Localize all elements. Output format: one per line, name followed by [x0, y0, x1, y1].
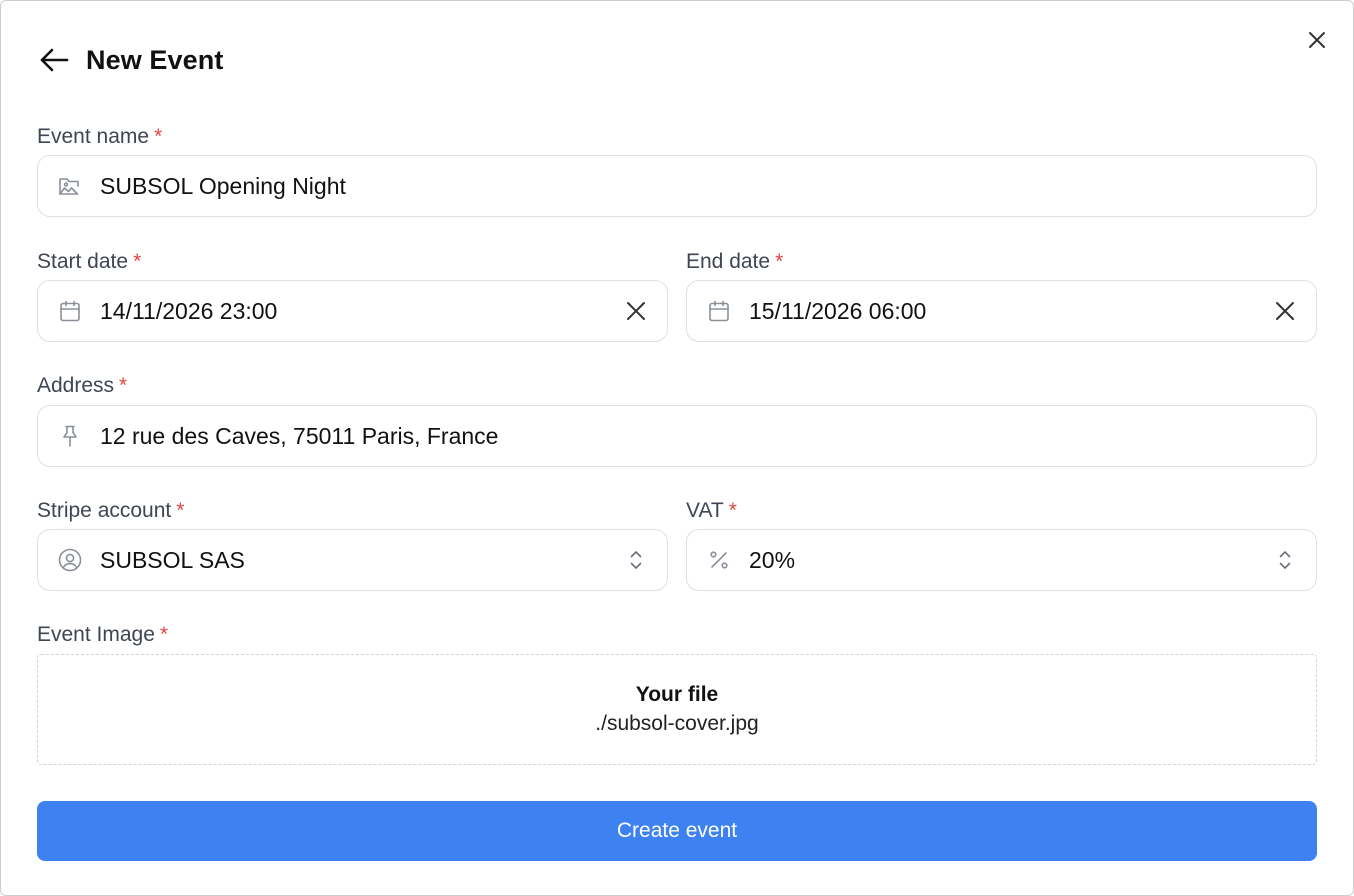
start-date-value: 14/11/2026 23:00 — [100, 297, 278, 324]
event-name-value: SUBSOL Opening Night — [100, 172, 346, 199]
close-icon — [1308, 31, 1326, 49]
new-event-dialog: New Event Event name * SUBSOL Opening Nig… — [0, 0, 1354, 896]
event-image-label: Event Image * — [37, 622, 168, 648]
required-mark: * — [133, 250, 142, 273]
file-title: Your file — [635, 682, 719, 706]
start-date-label-text: Start date — [37, 250, 129, 273]
clear-start-date-button[interactable] — [605, 281, 667, 341]
required-mark: * — [728, 499, 737, 522]
event-name-label-text: Event name — [37, 125, 150, 148]
event-image-label-text: Event Image — [37, 623, 155, 646]
start-date-label: Start date * — [37, 249, 141, 275]
dialog-title: New Event — [86, 45, 224, 75]
required-mark: * — [159, 623, 169, 646]
user-circle-icon — [38, 530, 100, 590]
vat-label-text: VAT — [686, 499, 724, 522]
end-date-label: End date * — [686, 249, 783, 275]
address-value: 12 rue des Caves, 75011 Paris, France — [100, 422, 499, 449]
event-name-label: Event name * — [37, 124, 162, 150]
vat-label: VAT * — [686, 498, 737, 524]
chevron-up-down-icon — [605, 530, 667, 590]
event-image-dropzone[interactable]: Your file ./subsol-cover.jpg — [37, 654, 1317, 765]
stripe-account-label: Stripe account * — [37, 498, 184, 524]
calendar-icon — [38, 281, 100, 341]
required-mark: * — [119, 374, 128, 397]
stripe-account-label-text: Stripe account — [37, 499, 172, 522]
stripe-account-select[interactable]: SUBSOL SAS — [37, 529, 668, 591]
pin-icon — [38, 406, 100, 466]
end-date-input[interactable]: 15/11/2026 06:00 — [686, 280, 1317, 342]
clear-end-date-button[interactable] — [1254, 281, 1316, 341]
vat-select[interactable]: 20% — [686, 529, 1317, 591]
calendar-icon — [687, 281, 749, 341]
required-mark: * — [775, 250, 784, 273]
file-name: ./subsol-cover.jpg — [595, 711, 759, 735]
address-label: Address * — [37, 373, 127, 399]
create-event-button[interactable]: Create event — [37, 801, 1317, 861]
end-date-value: 15/11/2026 06:00 — [749, 297, 927, 324]
address-label-text: Address — [37, 374, 115, 397]
image-icon — [38, 156, 100, 216]
clear-icon — [1275, 301, 1295, 321]
stripe-account-value: SUBSOL SAS — [100, 546, 245, 573]
arrow-left-icon — [39, 47, 69, 73]
clear-icon — [626, 301, 646, 321]
vat-value: 20% — [749, 546, 796, 573]
event-name-input[interactable]: SUBSOL Opening Night — [37, 155, 1317, 217]
start-date-input[interactable]: 14/11/2026 23:00 — [37, 280, 668, 342]
percent-icon — [687, 530, 749, 590]
required-mark: * — [154, 125, 163, 148]
back-button[interactable] — [37, 43, 71, 77]
close-button[interactable] — [1303, 26, 1331, 54]
required-mark: * — [176, 499, 185, 522]
end-date-label-text: End date — [686, 250, 771, 273]
chevron-up-down-icon — [1254, 530, 1316, 590]
address-input[interactable]: 12 rue des Caves, 75011 Paris, France — [37, 405, 1317, 467]
